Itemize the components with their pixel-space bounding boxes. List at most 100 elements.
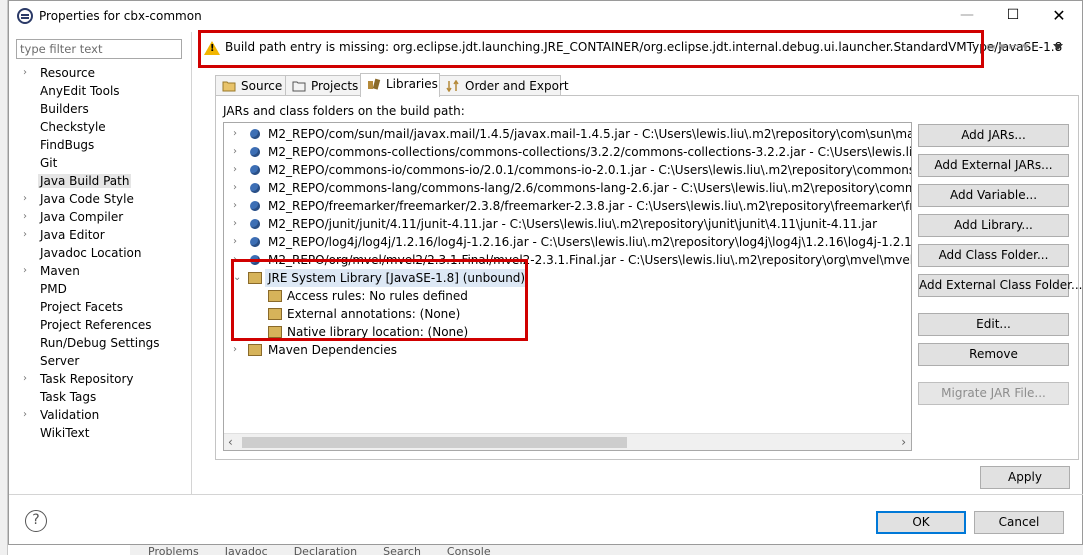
- nav-item-label: WikiText: [40, 426, 90, 440]
- nav-item[interactable]: Task Tags: [9, 388, 191, 406]
- expand-arrow-icon[interactable]: ›: [233, 341, 237, 359]
- jar-icon: [250, 219, 260, 229]
- nav-item-label: Java Compiler: [40, 210, 124, 224]
- jar-entry[interactable]: › M2_REPO/commons-lang/commons-lang/2.6/c…: [224, 179, 911, 197]
- expand-arrow-icon[interactable]: ›: [233, 215, 237, 233]
- jar-entry[interactable]: › M2_REPO/commons-io/commons-io/2.0.1/com…: [224, 161, 912, 179]
- expand-arrow-icon[interactable]: ›: [233, 161, 237, 179]
- nav-item[interactable]: Run/Debug Settings: [9, 334, 191, 352]
- jar-entry[interactable]: › M2_REPO/junit/junit/4.11/junit-4.11.jar…: [224, 215, 911, 233]
- jar-icon: [250, 201, 260, 211]
- title-bar: Properties for cbx-common — ☐ ✕: [9, 1, 1082, 32]
- expand-arrow-icon[interactable]: ›: [233, 125, 237, 143]
- apply-button[interactable]: Apply: [980, 466, 1070, 489]
- tree-item-label: M2_REPO/commons-collections/commons-coll…: [268, 145, 912, 159]
- cancel-button[interactable]: Cancel: [974, 511, 1064, 534]
- view-menu-icon[interactable]: [1053, 44, 1063, 50]
- jar-icon: [250, 129, 260, 139]
- jars-label: JARs and class folders on the build path…: [223, 104, 465, 118]
- nav-item[interactable]: › Java Editor: [9, 226, 191, 244]
- jar-icon: [250, 237, 260, 247]
- tab-libraries[interactable]: Libraries: [360, 73, 440, 97]
- jar-icon: [250, 165, 260, 175]
- nav-item[interactable]: Git: [9, 154, 191, 172]
- add-external-jars-button[interactable]: Add External JARs...: [918, 154, 1069, 177]
- nav-item-label: Builders: [40, 102, 89, 116]
- library-icon: [248, 344, 262, 356]
- nav-item-label: Task Repository: [40, 372, 134, 386]
- add-library-button[interactable]: Add Library...: [918, 214, 1069, 237]
- nav-item[interactable]: Project Facets: [9, 298, 191, 316]
- nav-item[interactable]: WikiText: [9, 424, 191, 442]
- expand-arrow-icon[interactable]: ›: [23, 64, 35, 82]
- expand-arrow-icon[interactable]: ›: [23, 262, 35, 280]
- nav-item[interactable]: › Validation: [9, 406, 191, 424]
- nav-item[interactable]: › Java Code Style: [9, 190, 191, 208]
- tree-item-label: M2_REPO/junit/junit/4.11/junit-4.11.jar …: [268, 217, 878, 231]
- jar-entry[interactable]: › M2_REPO/log4j/log4j/1.2.16/log4j-1.2.16…: [224, 233, 911, 251]
- close-button[interactable]: ✕: [1036, 1, 1082, 31]
- tab-order-and-export[interactable]: Order and Export: [439, 75, 569, 96]
- background-tab: Search: [383, 545, 421, 555]
- nav-item[interactable]: › Task Repository: [9, 370, 191, 388]
- scroll-thumb[interactable]: [242, 437, 627, 448]
- expand-arrow-icon[interactable]: ›: [23, 370, 35, 388]
- expand-arrow-icon[interactable]: ›: [233, 233, 237, 251]
- property-tree: › Resource AnyEdit Tools Builders Checkstyle…: [9, 64, 191, 442]
- nav-item-label: Task Tags: [40, 390, 97, 404]
- nav-item[interactable]: Builders: [9, 100, 191, 118]
- nav-item[interactable]: PMD: [9, 280, 191, 298]
- ok-button[interactable]: OK: [876, 511, 966, 534]
- nav-item-label: Resource: [40, 66, 96, 80]
- expand-arrow-icon[interactable]: ›: [23, 406, 35, 424]
- nav-item[interactable]: Checkstyle: [9, 118, 191, 136]
- nav-item[interactable]: FindBugs: [9, 136, 191, 154]
- libraries-icon: [368, 78, 381, 90]
- nav-item[interactable]: Project References: [9, 316, 191, 334]
- jar-entry[interactable]: › M2_REPO/commons-collections/commons-col…: [224, 143, 912, 161]
- nav-item[interactable]: AnyEdit Tools: [9, 82, 191, 100]
- help-icon[interactable]: ?: [25, 510, 47, 532]
- order-export-icon: [446, 80, 459, 92]
- migrate-jar-button[interactable]: Migrate JAR File...: [918, 382, 1069, 405]
- add-jars-button[interactable]: Add JARs...: [918, 124, 1069, 147]
- nav-item-label: Javadoc Location: [40, 246, 142, 260]
- expand-arrow-icon[interactable]: ›: [233, 143, 237, 161]
- nav-item[interactable]: Javadoc Location: [9, 244, 191, 262]
- expand-arrow-icon[interactable]: ›: [233, 197, 237, 215]
- horizontal-scrollbar[interactable]: ‹ ›: [224, 433, 911, 450]
- tab-source[interactable]: Source: [215, 75, 286, 96]
- back-forward-icon[interactable]: ⇦▾⇨▾: [985, 40, 1032, 55]
- nav-item[interactable]: › Resource: [9, 64, 191, 82]
- expand-arrow-icon[interactable]: ›: [23, 208, 35, 226]
- nav-item[interactable]: › Maven: [9, 262, 191, 280]
- tab-projects[interactable]: Projects: [285, 75, 361, 96]
- expand-arrow-icon[interactable]: ›: [23, 190, 35, 208]
- expand-arrow-icon[interactable]: ›: [23, 226, 35, 244]
- jar-entry[interactable]: › M2_REPO/freemarker/freemarker/2.3.8/fre…: [224, 197, 911, 215]
- edit-button[interactable]: Edit...: [918, 313, 1069, 336]
- expand-arrow-icon[interactable]: ›: [233, 179, 237, 197]
- tree-item-label: M2_REPO/commons-io/commons-io/2.0.1/comm…: [268, 163, 912, 177]
- nav-item-label: PMD: [40, 282, 67, 296]
- tree-item-label: M2_REPO/freemarker/freemarker/2.3.8/free…: [268, 199, 911, 213]
- scroll-left-icon[interactable]: ‹: [228, 435, 233, 449]
- scroll-right-icon[interactable]: ›: [901, 435, 906, 449]
- filter-input[interactable]: [16, 39, 182, 59]
- background-tab: Problems: [148, 545, 199, 555]
- add-variable-button[interactable]: Add Variable...: [918, 184, 1069, 207]
- maven-dependencies-entry[interactable]: › Maven Dependencies: [224, 341, 911, 359]
- eclipse-icon: [17, 8, 33, 24]
- nav-item[interactable]: › Java Compiler: [9, 208, 191, 226]
- jar-entry[interactable]: › M2_REPO/com/sun/mail/javax.mail/1.4.5/j…: [224, 125, 911, 143]
- background-tab: Javadoc: [224, 545, 268, 555]
- maximize-button[interactable]: ☐: [990, 1, 1036, 31]
- nav-item[interactable]: Java Build Path: [9, 172, 191, 190]
- nav-item-label: Checkstyle: [40, 120, 106, 134]
- nav-item[interactable]: Server: [9, 352, 191, 370]
- add-external-class-folder-button[interactable]: Add External Class Folder...: [918, 274, 1082, 297]
- add-class-folder-button[interactable]: Add Class Folder...: [918, 244, 1069, 267]
- remove-button[interactable]: Remove: [918, 343, 1069, 366]
- minimize-button[interactable]: —: [944, 1, 990, 31]
- background-tab: Declaration: [293, 545, 358, 555]
